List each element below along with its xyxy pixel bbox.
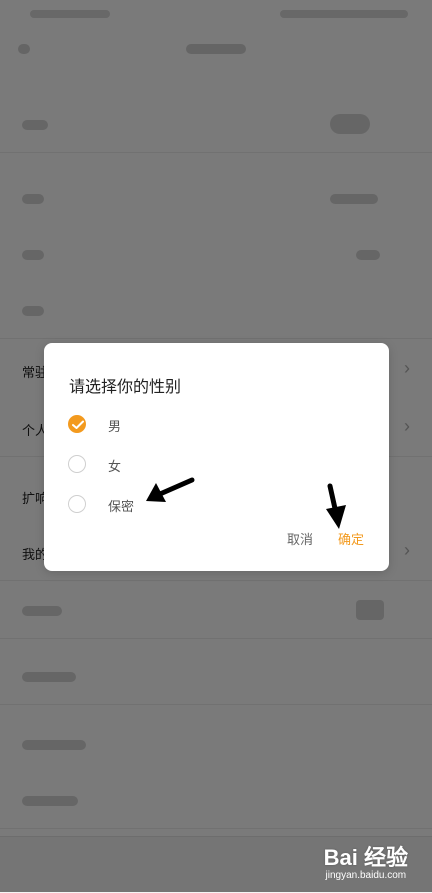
option-label: 保密 xyxy=(108,499,135,514)
cancel-button[interactable]: 取消 xyxy=(287,529,313,548)
dialog-title: 请选择你的性别 xyxy=(69,379,182,396)
checkmark-icon xyxy=(72,420,84,429)
watermark-url: jingyan.baidu.com xyxy=(325,870,407,881)
radio-unchecked-icon[interactable] xyxy=(68,455,86,473)
gender-option-male[interactable]: 男 xyxy=(68,414,268,436)
annotation-arrow-down-icon xyxy=(326,483,346,529)
annotation-arrow-left-icon xyxy=(146,477,195,502)
radio-checked-icon[interactable] xyxy=(68,415,86,433)
option-label: 男 xyxy=(108,419,122,434)
option-label: 女 xyxy=(108,459,122,474)
gender-dialog: 请选择你的性别 男 女 保密 取消 确定 xyxy=(44,343,389,571)
radio-unchecked-icon[interactable] xyxy=(68,495,86,513)
baidu-jingyan-watermark: Bai 经验 jingyan.baidu.com xyxy=(324,840,408,881)
watermark-brand: Bai 经验 xyxy=(323,845,408,870)
